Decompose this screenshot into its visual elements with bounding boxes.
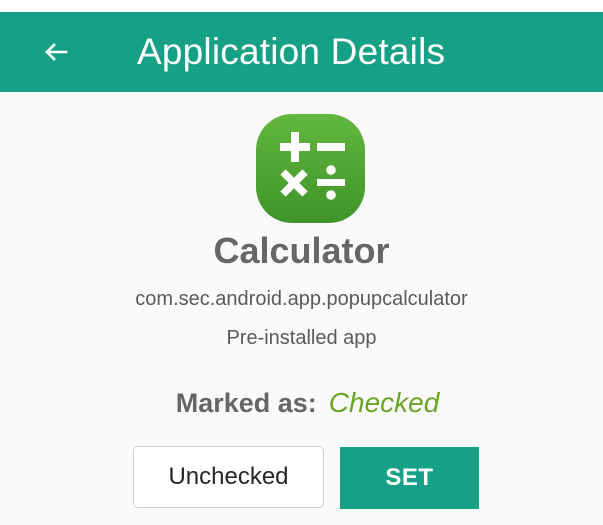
install-type: Pre-installed app bbox=[226, 327, 377, 349]
marked-status-value: Checked bbox=[328, 387, 440, 418]
package-name: com.sec.android.app.popupcalculator bbox=[135, 288, 468, 310]
back-button[interactable] bbox=[37, 33, 75, 71]
app-bar: Application Details bbox=[0, 12, 603, 92]
calculator-icon bbox=[255, 113, 366, 224]
back-arrow-icon bbox=[45, 43, 68, 61]
status-bar-area bbox=[0, 0, 603, 12]
page-title: Application Details bbox=[137, 31, 446, 72]
marked-status-row: Marked as: Checked bbox=[0, 387, 603, 419]
application-details-screen: Application Details Calculator com.sec.a… bbox=[0, 0, 603, 525]
set-button[interactable]: SET bbox=[340, 447, 479, 509]
status-selector[interactable]: Unchecked bbox=[133, 446, 324, 508]
marked-as-label: Marked as: bbox=[175, 388, 317, 418]
app-name: Calculator bbox=[213, 230, 390, 271]
app-details-content: Calculator com.sec.android.app.popupcalc… bbox=[0, 92, 603, 525]
